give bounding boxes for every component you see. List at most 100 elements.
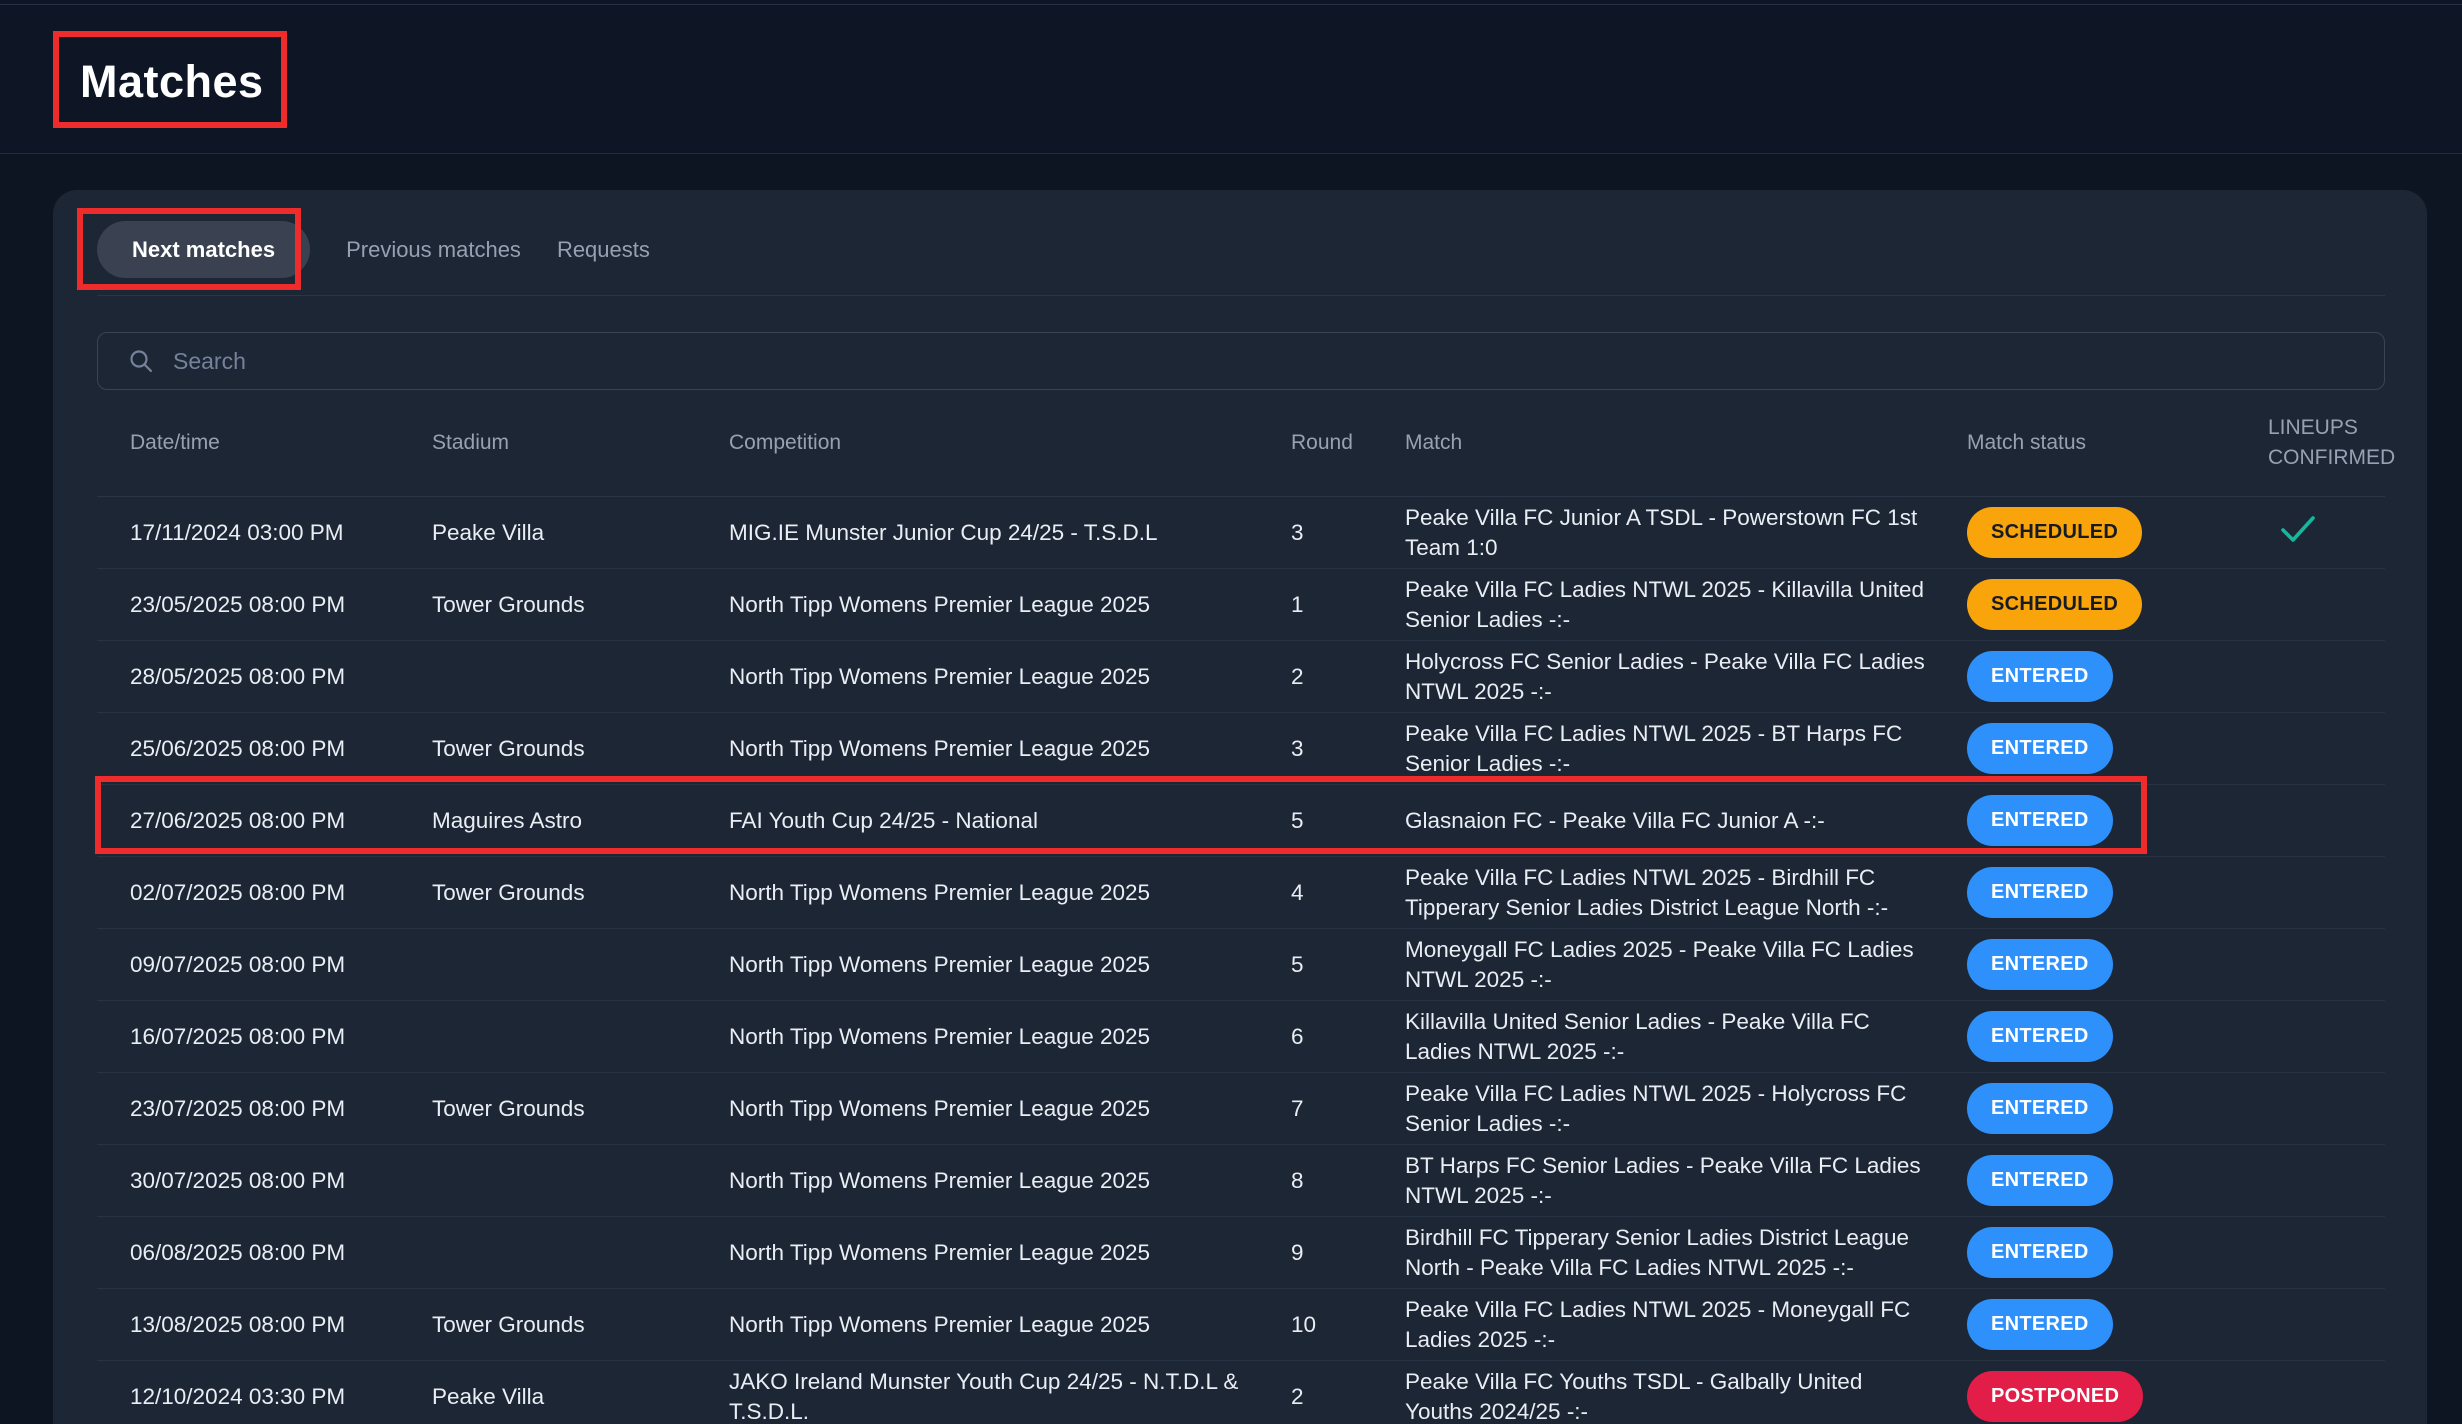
- match-status-badge: ENTERED: [1967, 867, 2113, 918]
- cell-match-status: ENTERED: [1934, 795, 2235, 846]
- cell-datetime: 16/07/2025 08:00 PM: [97, 1022, 399, 1052]
- cell-round: 4: [1258, 878, 1372, 908]
- cell-match: Peake Villa FC Ladies NTWL 2025 - Birdhi…: [1372, 863, 1934, 923]
- cell-match-status: ENTERED: [1934, 1155, 2235, 1206]
- cell-datetime: 28/05/2025 08:00 PM: [97, 662, 399, 692]
- table-row[interactable]: 23/07/2025 08:00 PM Tower Grounds North …: [97, 1073, 2385, 1145]
- search-input[interactable]: [171, 347, 2354, 376]
- cell-round: 9: [1258, 1238, 1372, 1268]
- cell-stadium: Tower Grounds: [399, 878, 696, 908]
- cell-datetime: 25/06/2025 08:00 PM: [97, 734, 399, 764]
- cell-competition: North Tipp Womens Premier League 2025: [696, 1166, 1258, 1196]
- cell-competition: North Tipp Womens Premier League 2025: [696, 590, 1258, 620]
- search-box[interactable]: [97, 332, 2385, 390]
- cell-match: Peake Villa FC Ladies NTWL 2025 - BT Har…: [1372, 719, 1934, 779]
- match-status-badge: ENTERED: [1967, 723, 2113, 774]
- cell-competition: FAI Youth Cup 24/25 - National: [696, 806, 1258, 836]
- cell-stadium: Tower Grounds: [399, 1094, 696, 1124]
- tab-previous-matches[interactable]: Previous matches: [346, 237, 521, 263]
- cell-stadium: Peake Villa: [399, 518, 696, 548]
- cell-datetime: 27/06/2025 08:00 PM: [97, 806, 399, 836]
- match-status-badge: SCHEDULED: [1967, 579, 2142, 630]
- cell-round: 5: [1258, 806, 1372, 836]
- table-row[interactable]: 17/11/2024 03:00 PM Peake Villa MIG.IE M…: [97, 497, 2385, 569]
- cell-competition: North Tipp Womens Premier League 2025: [696, 1238, 1258, 1268]
- match-status-badge: ENTERED: [1967, 1299, 2113, 1350]
- cell-match-status: ENTERED: [1934, 867, 2235, 918]
- table-body: 17/11/2024 03:00 PM Peake Villa MIG.IE M…: [97, 497, 2385, 1424]
- col-header-round: Round: [1258, 428, 1372, 458]
- cell-match: Peake Villa FC Junior A TSDL - Powerstow…: [1372, 503, 1934, 563]
- col-header-stadium: Stadium: [399, 428, 696, 458]
- cell-match: Birdhill FC Tipperary Senior Ladies Dist…: [1372, 1223, 1934, 1283]
- table-row[interactable]: 23/05/2025 08:00 PM Tower Grounds North …: [97, 569, 2385, 641]
- table-row[interactable]: 28/05/2025 08:00 PM North Tipp Womens Pr…: [97, 641, 2385, 713]
- cell-match-status: ENTERED: [1934, 651, 2235, 702]
- cell-match-status: ENTERED: [1934, 1083, 2235, 1134]
- table-row[interactable]: 25/06/2025 08:00 PM Tower Grounds North …: [97, 713, 2385, 785]
- cell-datetime: 12/10/2024 03:30 PM: [97, 1382, 399, 1412]
- cell-match-status: ENTERED: [1934, 1227, 2235, 1278]
- cell-match: Holycross FC Senior Ladies - Peake Villa…: [1372, 647, 1934, 707]
- table-row[interactable]: 13/08/2025 08:00 PM Tower Grounds North …: [97, 1289, 2385, 1361]
- tab-requests[interactable]: Requests: [557, 237, 650, 263]
- cell-datetime: 13/08/2025 08:00 PM: [97, 1310, 399, 1340]
- cell-match: Peake Villa FC Ladies NTWL 2025 - Holycr…: [1372, 1079, 1934, 1139]
- cell-match-status: SCHEDULED: [1934, 579, 2235, 630]
- cell-stadium: Tower Grounds: [399, 1310, 696, 1340]
- cell-competition: MIG.IE Munster Junior Cup 24/25 - T.S.D.…: [696, 518, 1258, 548]
- match-status-badge: ENTERED: [1967, 795, 2113, 846]
- cell-competition: North Tipp Womens Premier League 2025: [696, 1022, 1258, 1052]
- match-status-badge: SCHEDULED: [1967, 507, 2142, 558]
- table-row[interactable]: 16/07/2025 08:00 PM North Tipp Womens Pr…: [97, 1001, 2385, 1073]
- cell-competition: North Tipp Womens Premier League 2025: [696, 1094, 1258, 1124]
- cell-round: 2: [1258, 1382, 1372, 1412]
- cell-match: Peake Villa FC Youths TSDL - Galbally Un…: [1372, 1367, 1934, 1424]
- cell-competition: JAKO Ireland Munster Youth Cup 24/25 - N…: [696, 1367, 1258, 1424]
- tab-next-matches[interactable]: Next matches: [97, 221, 310, 278]
- cell-match: Glasnaion FC - Peake Villa FC Junior A -…: [1372, 806, 1934, 836]
- cell-match-status: POSTPONED: [1934, 1371, 2235, 1422]
- table-header: Date/time Stadium Competition Round Matc…: [97, 390, 2385, 497]
- search-icon: [128, 348, 154, 374]
- cell-match-status: ENTERED: [1934, 1011, 2235, 1062]
- table-row[interactable]: 06/08/2025 08:00 PM North Tipp Womens Pr…: [97, 1217, 2385, 1289]
- matches-card: Next matches Previous matches Requests D…: [53, 190, 2427, 1424]
- match-status-badge: ENTERED: [1967, 1083, 2113, 1134]
- col-header-match: Match: [1372, 428, 1934, 458]
- cell-match: Killavilla United Senior Ladies - Peake …: [1372, 1007, 1934, 1067]
- cell-round: 2: [1258, 662, 1372, 692]
- matches-page: Matches Next matches Previous matches Re…: [0, 0, 2462, 1424]
- col-header-match-status: Match status: [1934, 428, 2235, 458]
- cell-datetime: 17/11/2024 03:00 PM: [97, 518, 399, 548]
- cell-round: 8: [1258, 1166, 1372, 1196]
- table-row[interactable]: 27/06/2025 08:00 PM Maguires Astro FAI Y…: [97, 785, 2385, 857]
- cell-competition: North Tipp Womens Premier League 2025: [696, 1310, 1258, 1340]
- table-row[interactable]: 12/10/2024 03:30 PM Peake Villa JAKO Ire…: [97, 1361, 2385, 1424]
- cell-datetime: 02/07/2025 08:00 PM: [97, 878, 399, 908]
- cell-datetime: 23/07/2025 08:00 PM: [97, 1094, 399, 1124]
- cell-round: 7: [1258, 1094, 1372, 1124]
- cell-lineups-confirmed: [2235, 515, 2387, 551]
- cell-competition: North Tipp Womens Premier League 2025: [696, 662, 1258, 692]
- cell-match-status: ENTERED: [1934, 939, 2235, 990]
- cell-round: 1: [1258, 590, 1372, 620]
- cell-round: 5: [1258, 950, 1372, 980]
- cell-datetime: 23/05/2025 08:00 PM: [97, 590, 399, 620]
- table-row[interactable]: 02/07/2025 08:00 PM Tower Grounds North …: [97, 857, 2385, 929]
- cell-competition: North Tipp Womens Premier League 2025: [696, 734, 1258, 764]
- cell-match: Peake Villa FC Ladies NTWL 2025 - Moneyg…: [1372, 1295, 1934, 1355]
- table-row[interactable]: 09/07/2025 08:00 PM North Tipp Womens Pr…: [97, 929, 2385, 1001]
- cell-competition: North Tipp Womens Premier League 2025: [696, 950, 1258, 980]
- cell-round: 3: [1258, 734, 1372, 764]
- lineups-confirmed-check-icon: [2280, 515, 2379, 551]
- cell-stadium: Tower Grounds: [399, 734, 696, 764]
- tab-bar: Next matches Previous matches Requests: [97, 190, 2385, 278]
- match-status-badge: ENTERED: [1967, 1227, 2113, 1278]
- match-status-badge: ENTERED: [1967, 939, 2113, 990]
- cell-datetime: 09/07/2025 08:00 PM: [97, 950, 399, 980]
- cell-match-status: SCHEDULED: [1934, 507, 2235, 558]
- page-title: Matches: [80, 56, 264, 108]
- col-header-datetime: Date/time: [97, 428, 399, 458]
- table-row[interactable]: 30/07/2025 08:00 PM North Tipp Womens Pr…: [97, 1145, 2385, 1217]
